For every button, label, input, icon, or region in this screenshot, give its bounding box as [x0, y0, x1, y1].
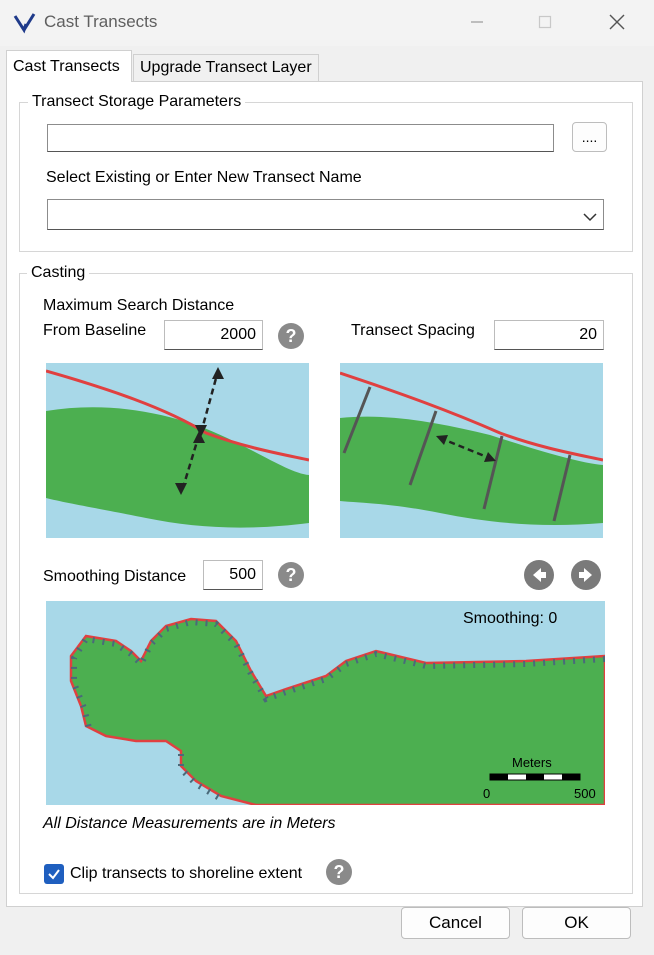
minimize-icon[interactable] [462, 8, 492, 36]
casting-group-label: Casting [27, 264, 90, 282]
max-search-label-line2: From Baseline [43, 322, 147, 339]
transect-name-combobox[interactable] [47, 199, 604, 230]
storage-group-label: Transect Storage Parameters [28, 93, 246, 111]
smoothing-distance-input[interactable]: 500 [203, 560, 263, 590]
scale-bar-max: 500 [574, 786, 596, 801]
tab-cast-transects[interactable]: Cast Transects [6, 50, 132, 82]
max-search-help-icon[interactable]: ? [278, 323, 304, 349]
smoothing-map: Smoothing: 0 Meters 0 500 [46, 601, 607, 807]
chevron-down-icon[interactable] [583, 209, 597, 227]
dsas-logo-icon [12, 10, 38, 41]
units-note: All Distance Measurements are in Meters [43, 815, 336, 832]
previous-arrow-icon[interactable] [524, 560, 554, 590]
clip-help-icon[interactable]: ? [326, 859, 352, 885]
checkmark-icon [48, 869, 60, 880]
maximize-icon[interactable] [530, 8, 560, 36]
smoothing-distance-label: Smoothing Distance [43, 568, 187, 585]
transect-spacing-label: Transect Spacing [351, 322, 475, 339]
clip-transects-label[interactable]: Clip transects to shoreline extent [70, 865, 302, 883]
close-icon[interactable] [602, 8, 632, 36]
transect-name-label: Select Existing or Enter New Transect Na… [46, 169, 362, 186]
transect-spacing-illustration [339, 363, 604, 543]
ok-button[interactable]: OK [522, 907, 631, 939]
cancel-button[interactable]: Cancel [401, 907, 510, 939]
smoothing-caption: Smoothing: 0 [463, 610, 557, 627]
scale-bar-title: Meters [512, 755, 552, 770]
clip-transects-checkbox[interactable] [44, 864, 64, 884]
browse-button[interactable]: .... [572, 122, 607, 152]
max-search-distance-input[interactable]: 2000 [164, 320, 263, 350]
search-distance-illustration [45, 363, 310, 543]
storage-path-input[interactable] [47, 124, 554, 152]
tab-upgrade-transect-layer[interactable]: Upgrade Transect Layer [133, 54, 319, 81]
window-title: Cast Transects [44, 12, 158, 31]
next-arrow-icon[interactable] [571, 560, 601, 590]
transect-spacing-input[interactable]: 20 [494, 320, 604, 350]
smoothing-help-icon[interactable]: ? [278, 562, 304, 588]
max-search-label-line1: Maximum Search Distance [43, 297, 235, 314]
scale-bar-min: 0 [483, 786, 490, 801]
